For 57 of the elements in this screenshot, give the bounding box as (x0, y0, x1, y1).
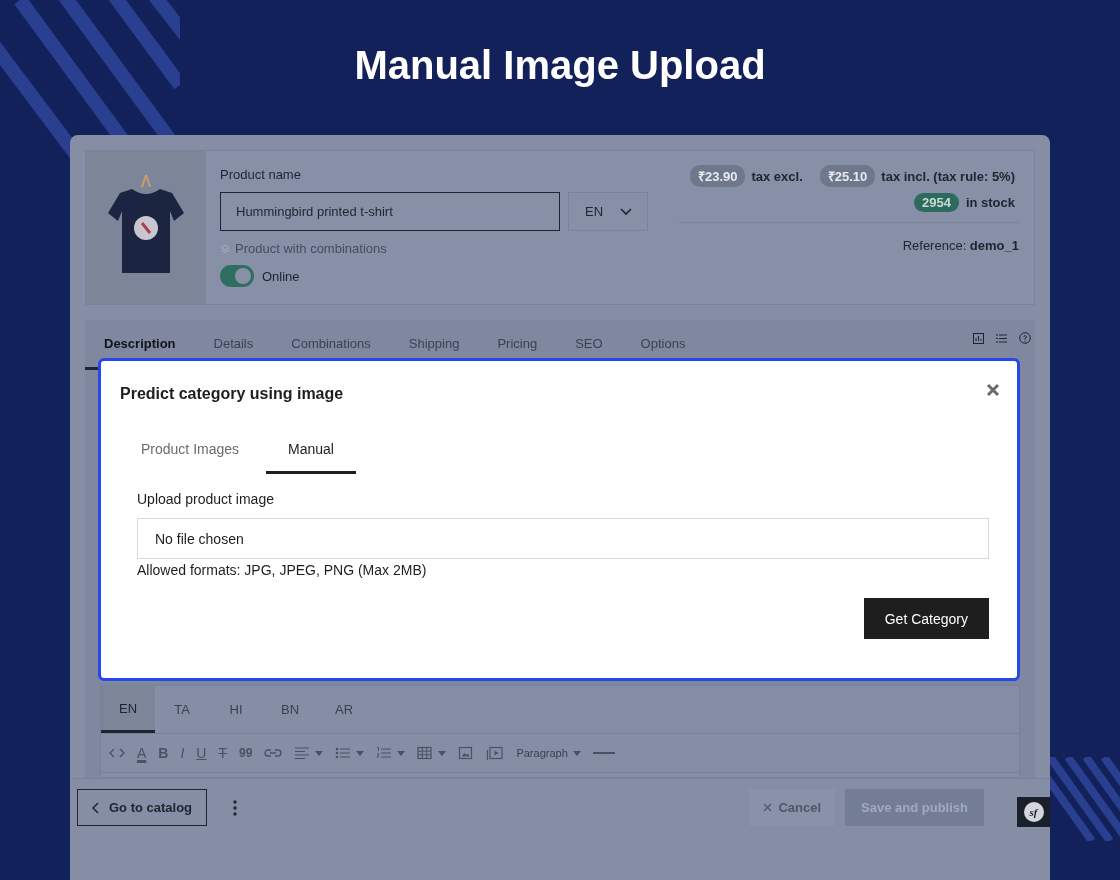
table-icon[interactable] (417, 746, 434, 760)
online-toggle[interactable] (220, 265, 254, 287)
go-to-catalog-button[interactable]: Go to catalog (77, 789, 208, 826)
text-color-button[interactable]: A (137, 745, 147, 761)
help-text: Allowed formats: JPG, JPEG, PNG (Max 2MB) (137, 562, 428, 578)
caret-down-icon[interactable] (397, 750, 406, 756)
chevron-down-icon (620, 207, 632, 216)
bold-button[interactable]: B (158, 745, 169, 761)
product-name-field[interactable]: Hummingbird printed t-shirt (220, 192, 560, 231)
tab[interactable]: Manual (266, 431, 356, 474)
page-heading: Manual Image Upload (354, 43, 766, 88)
price-label: tax excl. (751, 168, 803, 184)
language-dropdown[interactable]: EN (568, 192, 648, 231)
chevron-left-icon (92, 801, 99, 814)
get-category-button[interactable]: Get Category (863, 598, 989, 639)
chart-icon[interactable] (973, 332, 984, 344)
language-tab[interactable]: HI (209, 686, 263, 733)
link-icon[interactable] (264, 746, 283, 760)
code-icon[interactable] (109, 746, 125, 760)
price-badge: ₹25.10 (819, 165, 876, 187)
language-tab[interactable]: EN (101, 686, 155, 733)
caret-down-icon[interactable] (315, 750, 324, 756)
italic-button[interactable]: I (180, 745, 185, 761)
language-tab[interactable]: AR (317, 686, 371, 733)
more-icon[interactable] (233, 799, 238, 816)
combinations-label: Product with combinations (235, 241, 387, 256)
help-icon[interactable] (1019, 332, 1031, 344)
list-icon[interactable] (996, 333, 1007, 343)
caret-down-icon[interactable] (438, 750, 447, 756)
field-label: Product name (220, 167, 302, 182)
strikethrough-button[interactable]: T (218, 745, 228, 761)
toggle-label: Online (262, 268, 300, 284)
stock-label: in stock (965, 195, 1015, 210)
caret-down-icon[interactable] (356, 750, 365, 756)
reference-text: Reference: demo_1 (902, 238, 1019, 253)
bulleted-list-icon[interactable] (335, 746, 352, 760)
layers-icon (220, 243, 230, 254)
language-tab[interactable]: BN (263, 686, 317, 733)
caret-down-icon[interactable] (572, 750, 581, 756)
field-label: Upload product image (137, 491, 275, 507)
price-badge: ₹23.90 (689, 165, 746, 187)
tab[interactable]: Product Images (123, 431, 260, 474)
align-left-icon[interactable] (294, 746, 311, 760)
close-icon[interactable] (986, 383, 1000, 397)
image-icon[interactable] (458, 746, 475, 760)
modal-title: Predict category using image (120, 385, 344, 403)
file-input-field[interactable]: No file chosen (137, 518, 989, 559)
numbered-list-icon[interactable] (376, 746, 393, 760)
price-label: tax incl. (tax rule: 5%) (881, 168, 1015, 184)
close-icon (763, 803, 773, 812)
paragraph-dropdown[interactable]: Paragraph (516, 747, 568, 759)
stock-badge: 2954 (913, 193, 959, 212)
video-icon[interactable] (486, 746, 505, 760)
underline-button[interactable]: U (196, 745, 207, 761)
language-tab[interactable]: TA (155, 686, 209, 733)
debug-toolbar-button[interactable]: sf (1017, 796, 1050, 827)
quote-button[interactable]: 99 (239, 746, 253, 760)
